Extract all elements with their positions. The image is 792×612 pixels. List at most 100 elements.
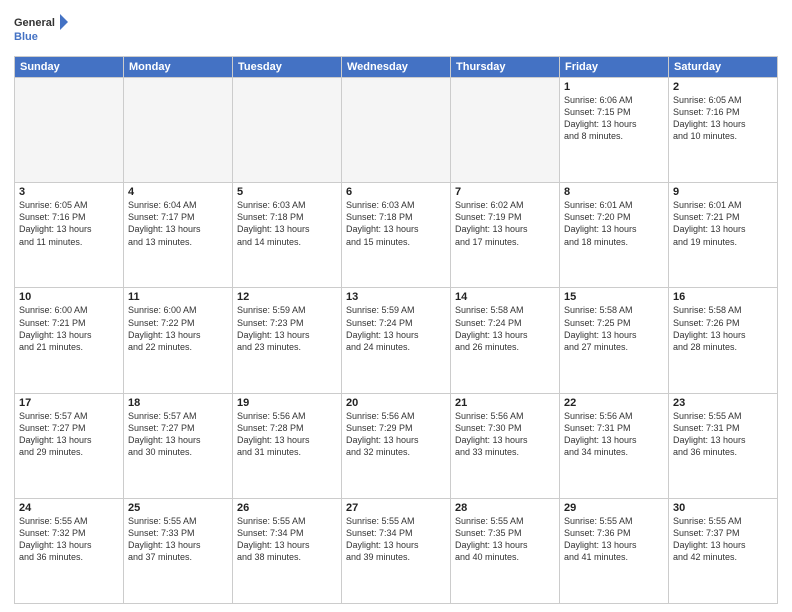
- calendar-day-cell: 28Sunrise: 5:55 AM Sunset: 7:35 PM Dayli…: [451, 498, 560, 603]
- calendar-day-cell: [124, 78, 233, 183]
- calendar-day-cell: [15, 78, 124, 183]
- day-number: 20: [346, 397, 446, 409]
- day-info: Sunrise: 5:58 AM Sunset: 7:24 PM Dayligh…: [455, 304, 555, 353]
- day-number: 7: [455, 186, 555, 198]
- weekday-header-cell: Friday: [560, 57, 669, 78]
- weekday-header-cell: Wednesday: [342, 57, 451, 78]
- day-info: Sunrise: 6:02 AM Sunset: 7:19 PM Dayligh…: [455, 199, 555, 248]
- day-number: 21: [455, 397, 555, 409]
- logo: General Blue: [14, 10, 68, 50]
- day-number: 6: [346, 186, 446, 198]
- day-info: Sunrise: 5:58 AM Sunset: 7:25 PM Dayligh…: [564, 304, 664, 353]
- weekday-header-cell: Sunday: [15, 57, 124, 78]
- day-number: 5: [237, 186, 337, 198]
- day-info: Sunrise: 5:55 AM Sunset: 7:32 PM Dayligh…: [19, 515, 119, 564]
- calendar-day-cell: 6Sunrise: 6:03 AM Sunset: 7:18 PM Daylig…: [342, 183, 451, 288]
- day-info: Sunrise: 5:55 AM Sunset: 7:37 PM Dayligh…: [673, 515, 773, 564]
- day-number: 17: [19, 397, 119, 409]
- day-number: 28: [455, 502, 555, 514]
- day-info: Sunrise: 6:03 AM Sunset: 7:18 PM Dayligh…: [346, 199, 446, 248]
- day-info: Sunrise: 5:56 AM Sunset: 7:30 PM Dayligh…: [455, 410, 555, 459]
- calendar-day-cell: 14Sunrise: 5:58 AM Sunset: 7:24 PM Dayli…: [451, 288, 560, 393]
- calendar-day-cell: 20Sunrise: 5:56 AM Sunset: 7:29 PM Dayli…: [342, 393, 451, 498]
- day-number: 12: [237, 291, 337, 303]
- calendar-week-row: 1Sunrise: 6:06 AM Sunset: 7:15 PM Daylig…: [15, 78, 778, 183]
- calendar-day-cell: 26Sunrise: 5:55 AM Sunset: 7:34 PM Dayli…: [233, 498, 342, 603]
- day-info: Sunrise: 6:01 AM Sunset: 7:20 PM Dayligh…: [564, 199, 664, 248]
- day-info: Sunrise: 5:57 AM Sunset: 7:27 PM Dayligh…: [19, 410, 119, 459]
- day-info: Sunrise: 5:59 AM Sunset: 7:23 PM Dayligh…: [237, 304, 337, 353]
- calendar-week-row: 17Sunrise: 5:57 AM Sunset: 7:27 PM Dayli…: [15, 393, 778, 498]
- calendar-day-cell: [451, 78, 560, 183]
- calendar-day-cell: 10Sunrise: 6:00 AM Sunset: 7:21 PM Dayli…: [15, 288, 124, 393]
- day-number: 14: [455, 291, 555, 303]
- day-info: Sunrise: 6:03 AM Sunset: 7:18 PM Dayligh…: [237, 199, 337, 248]
- weekday-header-cell: Thursday: [451, 57, 560, 78]
- calendar-week-row: 10Sunrise: 6:00 AM Sunset: 7:21 PM Dayli…: [15, 288, 778, 393]
- calendar-day-cell: 3Sunrise: 6:05 AM Sunset: 7:16 PM Daylig…: [15, 183, 124, 288]
- day-number: 29: [564, 502, 664, 514]
- calendar-day-cell: 2Sunrise: 6:05 AM Sunset: 7:16 PM Daylig…: [669, 78, 778, 183]
- day-info: Sunrise: 5:56 AM Sunset: 7:29 PM Dayligh…: [346, 410, 446, 459]
- day-number: 10: [19, 291, 119, 303]
- calendar-day-cell: 13Sunrise: 5:59 AM Sunset: 7:24 PM Dayli…: [342, 288, 451, 393]
- day-number: 3: [19, 186, 119, 198]
- calendar-day-cell: 18Sunrise: 5:57 AM Sunset: 7:27 PM Dayli…: [124, 393, 233, 498]
- calendar-day-cell: 30Sunrise: 5:55 AM Sunset: 7:37 PM Dayli…: [669, 498, 778, 603]
- day-number: 27: [346, 502, 446, 514]
- day-number: 26: [237, 502, 337, 514]
- calendar-day-cell: 9Sunrise: 6:01 AM Sunset: 7:21 PM Daylig…: [669, 183, 778, 288]
- day-info: Sunrise: 6:06 AM Sunset: 7:15 PM Dayligh…: [564, 94, 664, 143]
- calendar-week-row: 3Sunrise: 6:05 AM Sunset: 7:16 PM Daylig…: [15, 183, 778, 288]
- day-info: Sunrise: 5:55 AM Sunset: 7:34 PM Dayligh…: [237, 515, 337, 564]
- calendar-week-row: 24Sunrise: 5:55 AM Sunset: 7:32 PM Dayli…: [15, 498, 778, 603]
- day-number: 16: [673, 291, 773, 303]
- calendar-day-cell: 29Sunrise: 5:55 AM Sunset: 7:36 PM Dayli…: [560, 498, 669, 603]
- day-number: 11: [128, 291, 228, 303]
- day-info: Sunrise: 5:55 AM Sunset: 7:34 PM Dayligh…: [346, 515, 446, 564]
- calendar-table: SundayMondayTuesdayWednesdayThursdayFrid…: [14, 56, 778, 604]
- day-info: Sunrise: 6:00 AM Sunset: 7:21 PM Dayligh…: [19, 304, 119, 353]
- calendar-day-cell: 8Sunrise: 6:01 AM Sunset: 7:20 PM Daylig…: [560, 183, 669, 288]
- day-number: 18: [128, 397, 228, 409]
- svg-text:Blue: Blue: [14, 31, 38, 43]
- day-info: Sunrise: 5:59 AM Sunset: 7:24 PM Dayligh…: [346, 304, 446, 353]
- day-info: Sunrise: 5:58 AM Sunset: 7:26 PM Dayligh…: [673, 304, 773, 353]
- header: General Blue: [14, 10, 778, 50]
- calendar-body: 1Sunrise: 6:06 AM Sunset: 7:15 PM Daylig…: [15, 78, 778, 604]
- day-info: Sunrise: 5:55 AM Sunset: 7:33 PM Dayligh…: [128, 515, 228, 564]
- day-info: Sunrise: 6:05 AM Sunset: 7:16 PM Dayligh…: [19, 199, 119, 248]
- calendar-day-cell: 1Sunrise: 6:06 AM Sunset: 7:15 PM Daylig…: [560, 78, 669, 183]
- day-number: 23: [673, 397, 773, 409]
- calendar-day-cell: [342, 78, 451, 183]
- svg-text:General: General: [14, 17, 55, 29]
- calendar-day-cell: 24Sunrise: 5:55 AM Sunset: 7:32 PM Dayli…: [15, 498, 124, 603]
- day-number: 4: [128, 186, 228, 198]
- weekday-header-row: SundayMondayTuesdayWednesdayThursdayFrid…: [15, 57, 778, 78]
- day-info: Sunrise: 6:04 AM Sunset: 7:17 PM Dayligh…: [128, 199, 228, 248]
- calendar-day-cell: 21Sunrise: 5:56 AM Sunset: 7:30 PM Dayli…: [451, 393, 560, 498]
- day-number: 30: [673, 502, 773, 514]
- day-number: 8: [564, 186, 664, 198]
- calendar-day-cell: 19Sunrise: 5:56 AM Sunset: 7:28 PM Dayli…: [233, 393, 342, 498]
- day-info: Sunrise: 6:01 AM Sunset: 7:21 PM Dayligh…: [673, 199, 773, 248]
- day-number: 15: [564, 291, 664, 303]
- calendar-day-cell: 16Sunrise: 5:58 AM Sunset: 7:26 PM Dayli…: [669, 288, 778, 393]
- day-info: Sunrise: 5:55 AM Sunset: 7:35 PM Dayligh…: [455, 515, 555, 564]
- logo-svg: General Blue: [14, 10, 68, 50]
- weekday-header-cell: Saturday: [669, 57, 778, 78]
- day-number: 1: [564, 81, 664, 93]
- day-number: 19: [237, 397, 337, 409]
- calendar-day-cell: 27Sunrise: 5:55 AM Sunset: 7:34 PM Dayli…: [342, 498, 451, 603]
- calendar-day-cell: [233, 78, 342, 183]
- day-number: 2: [673, 81, 773, 93]
- day-number: 25: [128, 502, 228, 514]
- calendar-day-cell: 11Sunrise: 6:00 AM Sunset: 7:22 PM Dayli…: [124, 288, 233, 393]
- page: General Blue SundayMondayTuesdayWednesda…: [0, 0, 792, 612]
- calendar-day-cell: 12Sunrise: 5:59 AM Sunset: 7:23 PM Dayli…: [233, 288, 342, 393]
- day-info: Sunrise: 5:56 AM Sunset: 7:28 PM Dayligh…: [237, 410, 337, 459]
- calendar-day-cell: 17Sunrise: 5:57 AM Sunset: 7:27 PM Dayli…: [15, 393, 124, 498]
- day-number: 24: [19, 502, 119, 514]
- weekday-header-cell: Tuesday: [233, 57, 342, 78]
- calendar-day-cell: 25Sunrise: 5:55 AM Sunset: 7:33 PM Dayli…: [124, 498, 233, 603]
